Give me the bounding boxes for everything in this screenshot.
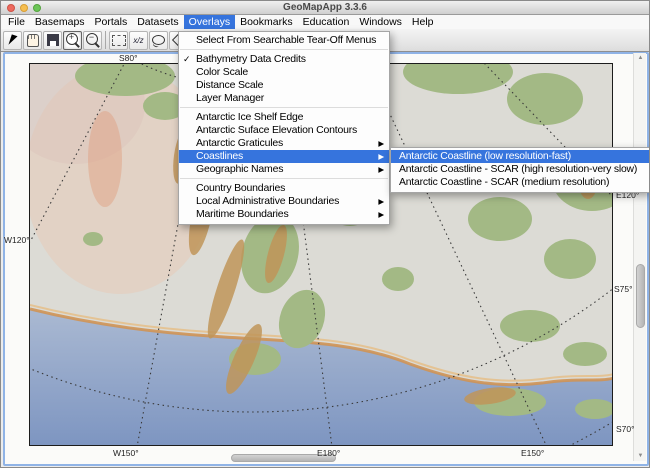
menu-bar: FileBasemapsPortalsDatasetsOverlaysBookm…	[1, 15, 649, 29]
hand-icon	[25, 33, 40, 48]
menu-item-maritime-boundaries[interactable]: Maritime Boundaries ▶	[179, 208, 389, 221]
menu-item-bathymetry-data-credits[interactable]: ✓ Bathymetry Data Credits	[179, 53, 389, 66]
lasso-icon	[151, 33, 166, 48]
menu-item-label: Bathymetry Data Credits	[196, 53, 306, 65]
graticule-label-e150: E150°	[521, 448, 544, 458]
menu-item-label: Antarctic Coastline (low resolution-fast…	[399, 151, 571, 162]
save-button[interactable]	[43, 31, 62, 50]
pan-hand-button[interactable]	[23, 31, 42, 50]
menu-separator	[180, 49, 388, 50]
menubar-item-portals[interactable]: Portals	[90, 15, 133, 29]
overlays-menu: Select From Searchable Tear-Off Menus ✓ Ba…	[178, 31, 390, 225]
menubar-item-file[interactable]: File	[3, 15, 30, 29]
menubar-item-help[interactable]: Help	[407, 15, 439, 29]
menu-item-distance-scale[interactable]: Distance Scale	[179, 79, 389, 92]
submenu-arrow-icon: ▶	[378, 137, 384, 150]
menu-item-antarctic-coastline-scar-high-resolution[interactable]: Antarctic Coastline - SCAR (high resolut…	[391, 163, 649, 176]
vertical-scrollbar[interactable]: ▲ ▼	[633, 53, 646, 461]
menu-item-label: Antarctic Coastline - SCAR (high resolut…	[399, 164, 637, 175]
graticule-label-w120: W120°	[4, 235, 30, 245]
menu-item-label: Antarctic Graticules	[196, 137, 283, 149]
graticule-label-s75: S75°	[614, 284, 633, 294]
menu-item-antarctic-ice-shelf-edge[interactable]: Antarctic Ice Shelf Edge	[179, 111, 389, 124]
menu-item-coastlines[interactable]: Coastlines ▶	[179, 150, 389, 163]
zoom-in-icon	[65, 33, 80, 48]
zoom-in-button[interactable]	[63, 31, 82, 50]
menu-item-color-scale[interactable]: Color Scale	[179, 66, 389, 79]
menu-item-antarctic-coastline-scar-medium-resoluti[interactable]: Antarctic Coastline - SCAR (medium resol…	[391, 176, 649, 189]
menubar-item-windows[interactable]: Windows	[354, 15, 407, 29]
menu-item-label: Maritime Boundaries	[196, 208, 289, 220]
zoom-out-button[interactable]	[83, 31, 102, 50]
app-window: GeoMapApp 3.3.6 FileBasemapsPortalsDatas…	[0, 0, 650, 468]
menu-item-label: Geographic Names	[196, 163, 283, 175]
lasso-select-button[interactable]	[149, 31, 168, 50]
cursor-arrow-icon	[5, 33, 20, 48]
zoom-out-icon	[85, 33, 100, 48]
menu-separator	[180, 107, 388, 108]
zoom-box-button[interactable]	[109, 31, 128, 50]
title-bar: GeoMapApp 3.3.6	[1, 1, 649, 15]
select-arrow-button[interactable]	[3, 31, 22, 50]
submenu-arrow-icon: ▶	[378, 150, 384, 163]
menu-item-antarctic-coastline-low-resolution-fast[interactable]: Antarctic Coastline (low resolution-fast…	[391, 150, 649, 163]
graticule-label-w150: W150°	[113, 448, 139, 458]
menu-item-label: Antarctic Coastline - SCAR (medium resol…	[399, 177, 609, 188]
submenu-arrow-icon: ▶	[378, 208, 384, 221]
menu-item-label: Coastlines	[196, 150, 243, 162]
coastlines-submenu: Antarctic Coastline (low resolution-fast…	[390, 147, 650, 193]
menu-item-label: Distance Scale	[196, 79, 263, 91]
menu-item-label: Color Scale	[196, 66, 248, 78]
xz-profile-icon	[131, 33, 146, 48]
window-title: GeoMapApp 3.3.6	[1, 2, 649, 13]
menubar-item-education[interactable]: Education	[298, 15, 355, 29]
menubar-item-datasets[interactable]: Datasets	[132, 15, 183, 29]
menu-item-select-from-searchable-tear-off-menus[interactable]: Select From Searchable Tear-Off Menus	[179, 34, 389, 47]
scroll-up-arrow-icon[interactable]: ▲	[634, 55, 647, 61]
submenu-arrow-icon: ▶	[378, 195, 384, 208]
graticule-label-e180: E180°	[317, 448, 340, 458]
floppy-disk-icon	[45, 33, 60, 48]
graticule-label-s80: S80°	[119, 53, 138, 63]
menu-separator	[180, 178, 388, 179]
profile-button[interactable]	[129, 31, 148, 50]
graticule-label-s70: S70°	[616, 424, 635, 434]
submenu-arrow-icon: ▶	[378, 163, 384, 176]
menu-item-local-administrative-boundaries[interactable]: Local Administrative Boundaries ▶	[179, 195, 389, 208]
menubar-item-bookmarks[interactable]: Bookmarks	[235, 15, 298, 29]
menu-item-label: Local Administrative Boundaries	[196, 195, 339, 207]
menu-item-label: Country Boundaries	[196, 182, 285, 194]
menu-item-label: Select From Searchable Tear-Off Menus	[196, 34, 376, 46]
toolbar-separator	[105, 31, 106, 49]
menu-item-label: Antarctic Suface Elevation Contours	[196, 124, 357, 136]
menu-item-geographic-names[interactable]: Geographic Names ▶	[179, 163, 389, 176]
vertical-scrollbar-thumb[interactable]	[636, 264, 645, 328]
menu-item-antarctic-suface-elevation-contours[interactable]: Antarctic Suface Elevation Contours	[179, 124, 389, 137]
menu-item-label: Antarctic Ice Shelf Edge	[196, 111, 303, 123]
scroll-down-arrow-icon[interactable]: ▼	[634, 453, 647, 459]
menubar-item-basemaps[interactable]: Basemaps	[30, 15, 90, 29]
menu-item-antarctic-graticules[interactable]: Antarctic Graticules ▶	[179, 137, 389, 150]
dashed-box-icon	[111, 33, 126, 48]
menu-item-country-boundaries[interactable]: Country Boundaries	[179, 182, 389, 195]
checkmark-icon: ✓	[183, 53, 190, 66]
menu-item-layer-manager[interactable]: Layer Manager	[179, 92, 389, 105]
menu-item-label: Layer Manager	[196, 92, 264, 104]
menubar-item-overlays[interactable]: Overlays	[184, 15, 235, 29]
